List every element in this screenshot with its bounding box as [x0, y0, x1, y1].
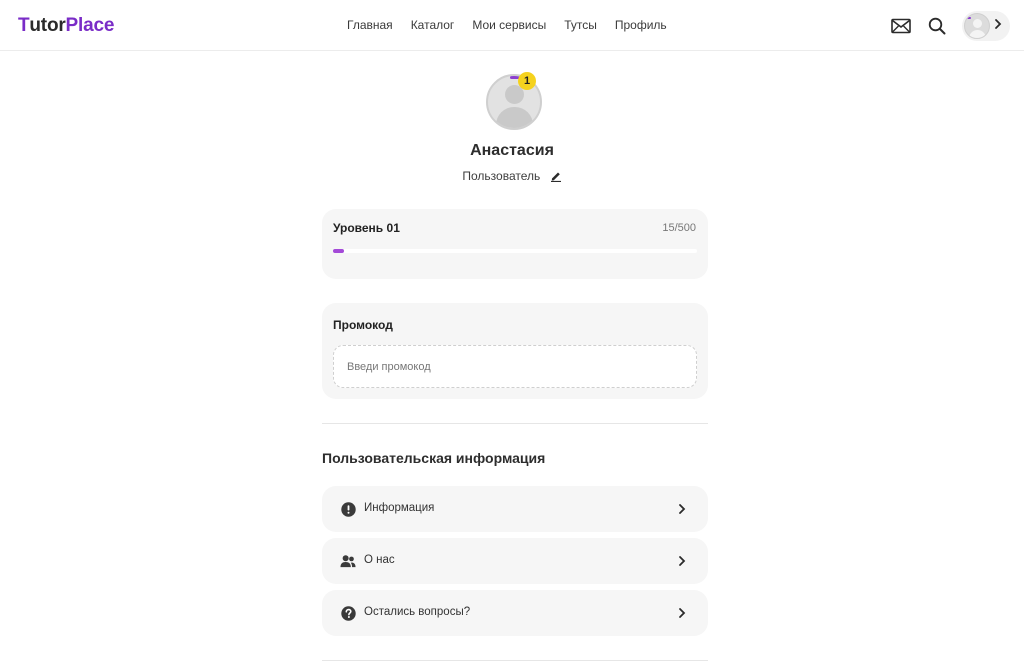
- nav-item-profile[interactable]: Профиль: [615, 18, 667, 32]
- logo-letter: T: [18, 15, 30, 36]
- profile-menu-button[interactable]: [962, 11, 1010, 41]
- menu-item-about-us[interactable]: О нас: [322, 538, 708, 584]
- chevron-right-icon: [678, 554, 686, 568]
- promo-code-input[interactable]: [333, 345, 697, 388]
- user-name: Анастасия: [470, 142, 554, 159]
- level-count: 15/500: [662, 222, 696, 234]
- logo-text: utor: [29, 15, 66, 36]
- menu-item-label: Остались вопросы?: [364, 606, 471, 618]
- search-icon[interactable]: [926, 15, 948, 37]
- chevron-right-icon: [678, 502, 686, 516]
- question-circle-icon: [340, 605, 356, 621]
- exclamation-circle-icon: [340, 501, 356, 517]
- menu-item-information[interactable]: Информация: [322, 486, 708, 532]
- header-actions: [890, 11, 1010, 41]
- level-card: Уровень 01 15/500: [322, 209, 708, 279]
- nav-item-tuts[interactable]: Тутсы: [564, 18, 597, 32]
- divider: [322, 660, 708, 661]
- chevron-right-icon: [994, 17, 1002, 35]
- level-progress-bar: [333, 249, 697, 253]
- menu-item-questions[interactable]: Остались вопросы?: [322, 590, 708, 636]
- chevron-right-icon: [678, 606, 686, 620]
- edit-pencil-icon[interactable]: [550, 170, 562, 185]
- promo-card: Промокод: [322, 303, 708, 399]
- avatar: [964, 13, 990, 39]
- menu-item-label: О нас: [364, 554, 395, 566]
- menu-item-label: Информация: [364, 502, 435, 514]
- top-header: Tutor Place Главная Каталог Мои сервисы Т…: [0, 0, 1024, 51]
- user-info-title: Пользовательская информация: [322, 450, 546, 466]
- user-role-label: Пользователь: [462, 169, 541, 183]
- users-icon: [340, 553, 356, 569]
- user-role: Пользователь: [0, 169, 1024, 185]
- level-progress-fill: [333, 249, 344, 253]
- promo-title: Промокод: [333, 318, 393, 332]
- nav-item-my-services[interactable]: Мои сервисы: [472, 18, 546, 32]
- profile-avatar[interactable]: 1: [486, 72, 544, 132]
- nav-item-home[interactable]: Главная: [347, 18, 393, 32]
- level-badge: 1: [518, 72, 536, 90]
- level-title: Уровень 01: [333, 221, 400, 235]
- mail-icon[interactable]: [890, 15, 912, 37]
- logo-accent-text: Place: [65, 15, 115, 36]
- main-nav: Главная Каталог Мои сервисы Тутсы Профил…: [347, 18, 667, 32]
- nav-item-catalog[interactable]: Каталог: [411, 18, 455, 32]
- logo[interactable]: Tutor Place: [18, 15, 114, 37]
- divider: [322, 423, 708, 424]
